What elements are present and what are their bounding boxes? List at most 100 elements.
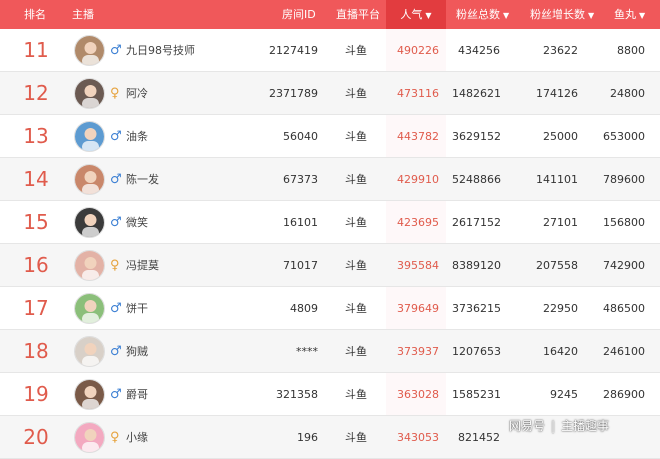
popularity-value: 423695 — [397, 216, 439, 229]
fans-total-value: 821452 — [458, 431, 500, 444]
streamer-name[interactable]: 冯提莫 — [126, 244, 159, 287]
fans-growth-value: 22950 — [543, 302, 578, 315]
fish-balls-value: 286900 — [603, 388, 645, 401]
streamer-name[interactable]: 陈一发 — [126, 158, 159, 201]
header-popularity[interactable]: 人气 ▼ — [386, 0, 446, 29]
streamer-name[interactable]: 阿冷 — [126, 72, 148, 115]
rank-number: 13 — [23, 124, 49, 148]
table-row[interactable]: ♂ 18 狗贼 **** 斗鱼 373937 1207653 16420 246100 — [0, 330, 660, 373]
streamer-name[interactable]: 狗贼 — [126, 330, 148, 373]
platform: 斗鱼 — [345, 216, 367, 229]
header-streamer: 主播 — [72, 8, 94, 21]
header-fish-balls-label: 鱼丸 — [614, 8, 636, 21]
fans-total-value: 3736215 — [452, 302, 501, 315]
fans-total-value: 1482621 — [452, 87, 501, 100]
platform: 斗鱼 — [345, 87, 367, 100]
room-id: 56040 — [283, 130, 318, 143]
rank-number: 14 — [23, 167, 49, 191]
fans-total-value: 1207653 — [452, 345, 501, 358]
fans-growth-value: 9245 — [550, 388, 578, 401]
table-header: 排名 主播 房间ID 直播平台 人气 ▼ 粉丝总数 ▼ 粉丝增长数 ▼ 鱼丸 ▼ — [0, 0, 660, 29]
fish-balls-value: 486500 — [603, 302, 645, 315]
fans-total-value: 2617152 — [452, 216, 501, 229]
platform: 斗鱼 — [345, 173, 367, 186]
header-fans-growth-label: 粉丝增长数 — [530, 8, 585, 21]
fans-growth-value: 141101 — [536, 173, 578, 186]
fans-total-value: 8389120 — [452, 259, 501, 272]
platform: 斗鱼 — [345, 302, 367, 315]
header-popularity-label: 人气 — [400, 8, 423, 21]
rank-number: 11 — [23, 38, 49, 62]
room-id: 196 — [297, 431, 318, 444]
fish-balls-value: 8800 — [617, 44, 645, 57]
fans-total-value: 3629152 — [452, 130, 501, 143]
header-fish-balls[interactable]: 鱼丸 ▼ — [614, 0, 645, 29]
header-rank: 排名 — [24, 8, 46, 21]
platform: 斗鱼 — [345, 431, 367, 444]
fish-balls-value: 789600 — [603, 173, 645, 186]
fans-growth-value: 23622 — [543, 44, 578, 57]
streamer-name[interactable]: 微笑 — [126, 201, 148, 244]
room-id: 2127419 — [269, 44, 318, 57]
rank-number: 17 — [23, 296, 49, 320]
caret-down-icon: ▼ — [588, 11, 595, 20]
room-id: 16101 — [283, 216, 318, 229]
male-icon: ♂ — [110, 387, 122, 402]
platform: 斗鱼 — [345, 44, 367, 57]
avatar[interactable] — [74, 207, 105, 238]
streamer-name[interactable]: 九日98号技师 — [126, 29, 195, 72]
table-row[interactable]: ♂ 15 微笑 16101 斗鱼 423695 2617152 27101 156800 — [0, 201, 660, 244]
table-row[interactable]: ♂ 11 九日98号技师 2127419 斗鱼 490226 434256 23622 8800 — [0, 29, 660, 72]
avatar[interactable] — [74, 164, 105, 195]
watermark-source: 网易号 — [509, 419, 546, 433]
room-id: 71017 — [283, 259, 318, 272]
header-room-id[interactable]: 房间ID — [282, 0, 316, 29]
watermark-author: 主播趣事 — [561, 419, 610, 433]
room-id: 321358 — [276, 388, 318, 401]
header-fans-growth[interactable]: 粉丝增长数 ▼ — [530, 0, 594, 29]
header-fans-total[interactable]: 粉丝总数 ▼ — [456, 0, 509, 29]
streamer-name[interactable]: 油条 — [126, 115, 148, 158]
male-icon: ♂ — [110, 301, 122, 316]
streamer-name[interactable]: 饼干 — [126, 287, 148, 330]
platform: 斗鱼 — [345, 259, 367, 272]
avatar[interactable] — [74, 336, 105, 367]
streamer-name[interactable]: 爵哥 — [126, 373, 148, 416]
avatar[interactable] — [74, 422, 105, 453]
fans-growth-value: 27101 — [543, 216, 578, 229]
male-icon: ♂ — [110, 344, 122, 359]
table-row[interactable]: ♂ 13 油条 56040 斗鱼 443782 3629152 25000 653000 — [0, 115, 660, 158]
rank-number: 18 — [23, 339, 49, 363]
popularity-value: 490226 — [397, 44, 439, 57]
male-icon: ♂ — [110, 129, 122, 144]
room-id: 4809 — [290, 302, 318, 315]
fans-total-value: 1585231 — [452, 388, 501, 401]
rank-number: 19 — [23, 382, 49, 406]
fans-growth-value: 174126 — [536, 87, 578, 100]
streamer-name[interactable]: 小缘 — [126, 416, 148, 459]
popularity-value: 395584 — [397, 259, 439, 272]
table-row[interactable]: ♂ 19 爵哥 321358 斗鱼 363028 1585231 9245 286900 — [0, 373, 660, 416]
header-platform[interactable]: 直播平台 — [336, 0, 380, 29]
popularity-value: 473116 — [397, 87, 439, 100]
watermark-separator: | — [551, 419, 556, 433]
popularity-value: 443782 — [397, 130, 439, 143]
table-row[interactable]: ♂ 14 陈一发 67373 斗鱼 429910 5248866 141101 789600 — [0, 158, 660, 201]
avatar[interactable] — [74, 293, 105, 324]
popularity-value: 429910 — [397, 173, 439, 186]
table-row[interactable]: ♂ 17 饼干 4809 斗鱼 379649 3736215 22950 486500 — [0, 287, 660, 330]
popularity-value: 343053 — [397, 431, 439, 444]
avatar[interactable] — [74, 250, 105, 281]
avatar[interactable] — [74, 379, 105, 410]
avatar[interactable] — [74, 78, 105, 109]
table-row[interactable]: ♀ 16 冯提莫 71017 斗鱼 395584 8389120 207558 742900 — [0, 244, 660, 287]
avatar[interactable] — [74, 121, 105, 152]
avatar[interactable] — [74, 35, 105, 66]
male-icon: ♂ — [110, 43, 122, 58]
room-id: 2371789 — [269, 87, 318, 100]
popularity-value: 363028 — [397, 388, 439, 401]
platform: 斗鱼 — [345, 130, 367, 143]
female-icon: ♀ — [110, 86, 120, 101]
watermark: 网易号 | 主播趣事 — [509, 416, 609, 436]
table-row[interactable]: ♀ 12 阿冷 2371789 斗鱼 473116 1482621 174126 24800 — [0, 72, 660, 115]
